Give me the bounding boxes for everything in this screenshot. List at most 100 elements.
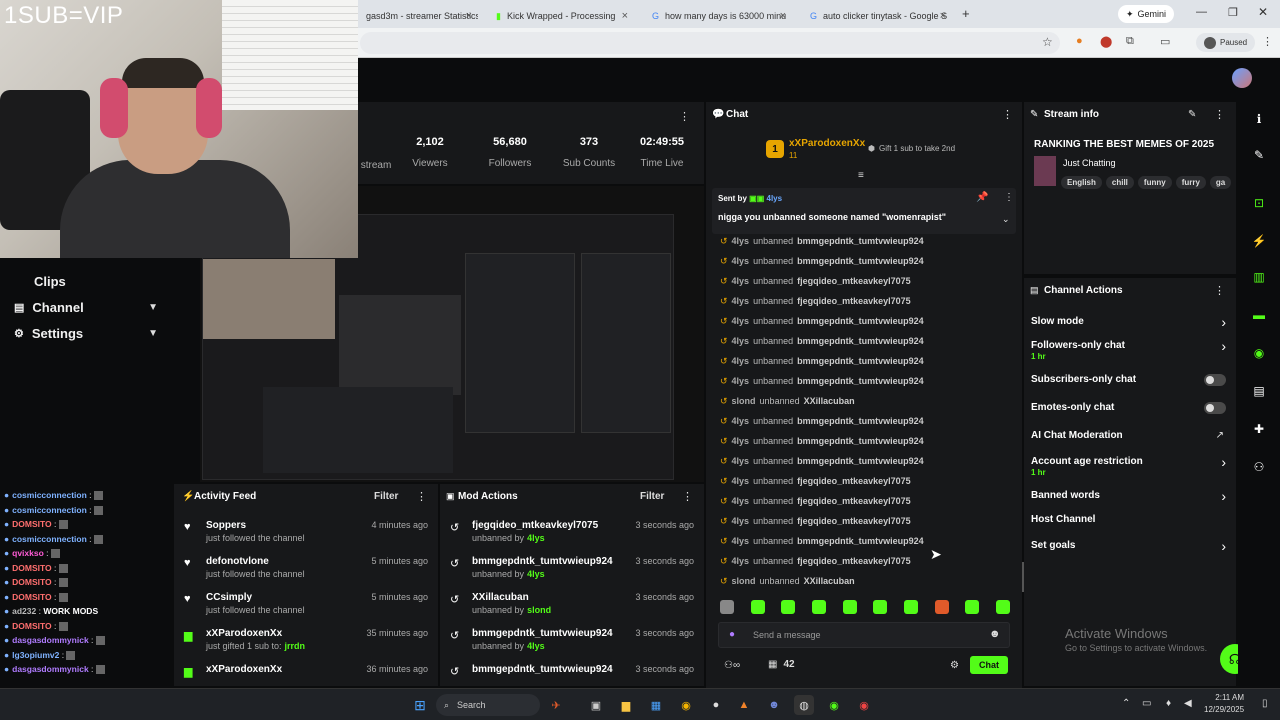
chat-moderator[interactable]: 4lys [732, 316, 750, 326]
feed-username[interactable]: CCsimply [206, 592, 252, 603]
gemini-button[interactable]: ✦ Gemini [1118, 5, 1175, 23]
screenshot-icon[interactable]: ▭ [1160, 35, 1170, 48]
channel-action-item[interactable]: Slow mode › [1024, 314, 1236, 338]
close-icon[interactable]: × [780, 10, 786, 22]
chat-moderator[interactable]: 4lys [732, 476, 750, 486]
microphone-icon[interactable]: ● [729, 629, 735, 640]
new-tab-button[interactable]: + [962, 6, 970, 21]
chat-moderator[interactable]: slond [732, 396, 756, 406]
sidebar-item-channel[interactable]: ▤ Channel [14, 300, 84, 315]
close-icon[interactable]: × [940, 10, 946, 22]
emote-icon[interactable] [995, 600, 1010, 614]
chat-target[interactable]: bmmgepdntk_tumtvwieup924 [797, 456, 924, 466]
chat-target[interactable]: bmmgepdntk_tumtvwieup924 [797, 416, 924, 426]
mod-action-by[interactable]: slond [527, 605, 551, 615]
close-window-icon[interactable]: ✕ [1258, 5, 1268, 19]
extension-icon[interactable]: ● [1076, 35, 1083, 47]
feed-item[interactable]: ▆ xXParodoxenXx 36 minutes ago [174, 664, 438, 686]
channel-action-item[interactable]: Subscribers-only chat [1024, 374, 1236, 396]
toggle-switch[interactable] [1204, 402, 1226, 414]
notification-icon[interactable]: ▯ [1262, 698, 1268, 709]
channel-action-item[interactable]: Banned words › [1024, 488, 1236, 512]
toggle-switch[interactable] [1204, 374, 1226, 386]
feed-item[interactable]: ♥ CCsimply just followed the channel 5 minu… [174, 592, 438, 628]
emote-icon[interactable] [903, 600, 918, 614]
emote-icon[interactable] [965, 600, 980, 614]
windows-start-icon[interactable]: ⊞ [410, 695, 430, 715]
task-view-icon[interactable]: ▣ [586, 695, 606, 715]
top-gifter-name[interactable]: xXParodoxenXx [789, 138, 865, 149]
folder-icon[interactable]: ▆ [616, 695, 636, 715]
chevron-right-icon[interactable]: › [1221, 538, 1226, 554]
sidebar-item-clips[interactable]: Clips [34, 274, 66, 289]
chat-moderator[interactable]: 4lys [732, 276, 750, 286]
extensions-puzzle-icon[interactable]: ⧉ [1126, 35, 1134, 48]
chat-moderator[interactable]: 4lys [732, 436, 750, 446]
more-options-icon[interactable]: ⋮ [1214, 108, 1225, 121]
feed-item[interactable]: ♥ defonotvlone just followed the channel 5 … [174, 556, 438, 592]
chevron-down-icon[interactable]: ⌄ [1002, 214, 1010, 225]
chevron-down-icon[interactable]: ▼ [148, 328, 158, 339]
chevron-down-icon[interactable]: ▼ [148, 302, 158, 313]
mod-action-item[interactable]: ↺ fjegqideo_mtkeavkeyl7075 unbanned by 4lys… [440, 520, 704, 556]
browser-tab[interactable]: Gauto clicker tinytask - Google S × [802, 4, 952, 28]
emote-icon[interactable] [750, 600, 765, 614]
close-icon[interactable]: × [622, 10, 628, 22]
obs-icon[interactable]: ◍ [794, 695, 814, 715]
mod-action-target[interactable]: XXillacuban [472, 592, 529, 603]
feed-username[interactable]: xXParodoxenXx [206, 628, 282, 639]
restore-icon[interactable]: ❐ [1228, 6, 1238, 19]
channel-action-item[interactable]: Emotes-only chat [1024, 402, 1236, 424]
speaker-icon[interactable]: ◀ [1184, 698, 1192, 709]
mod-action-target[interactable]: bmmgepdntk_tumtvwieup924 [472, 556, 613, 567]
filter-button[interactable]: Filter [640, 491, 664, 502]
chat-target[interactable]: bmmgepdntk_tumtvwieup924 [797, 536, 924, 546]
users-icon[interactable]: ⚇ [1248, 456, 1270, 478]
app-icon[interactable]: ✈ [546, 695, 566, 715]
emote-icon[interactable] [811, 600, 826, 614]
mod-action-item[interactable]: ↺ bmmgepdntk_tumtvwieup924 unbanned by 4lys… [440, 628, 704, 664]
mod-action-by[interactable]: 4lys [527, 533, 545, 543]
stream-tag[interactable]: furry [1175, 176, 1206, 189]
chat-target[interactable]: bmmgepdntk_tumtvwieup924 [797, 236, 924, 246]
collapse-icon[interactable]: ≡ [858, 170, 864, 181]
feed-item[interactable]: ♥ Soppers just followed the channel 4 minut… [174, 520, 438, 556]
browser-tab[interactable]: ▮ Kick Wrapped - Processing × [488, 4, 634, 28]
chat-bubble-icon[interactable]: ▬ [1248, 304, 1270, 326]
emote-icon[interactable] [873, 600, 888, 614]
chat-moderator[interactable]: 4lys [732, 416, 750, 426]
network-icon[interactable]: ▭ [1142, 698, 1151, 709]
github-icon[interactable]: ● [706, 695, 726, 715]
tray-chevron-icon[interactable]: ⌃ [1122, 698, 1130, 709]
mod-action-by[interactable]: 4lys [527, 569, 545, 579]
stream-tag[interactable]: chill [1105, 176, 1134, 189]
bolt-icon[interactable]: ⚡ [1248, 230, 1270, 252]
channel-action-item[interactable]: Followers-only chat 1 hr › [1024, 338, 1236, 362]
chevron-right-icon[interactable]: › [1221, 338, 1226, 354]
chat-target[interactable]: bmmgepdntk_tumtvwieup924 [797, 376, 924, 386]
feed-target[interactable]: jrrdn [285, 641, 306, 651]
more-options-icon[interactable]: ⋮ [1214, 284, 1225, 297]
gear-icon[interactable]: ⚙ [950, 660, 959, 671]
emote-icon[interactable] [720, 600, 734, 614]
chat-moderator[interactable]: 4lys [732, 376, 750, 386]
bookmark-star-icon[interactable]: ☆ [1042, 35, 1053, 49]
close-icon[interactable]: × [466, 10, 472, 22]
external-link-icon[interactable]: ↗ [1216, 430, 1224, 441]
chat-target[interactable]: fjegqideo_mtkeavkeyl7075 [797, 296, 911, 306]
chevron-right-icon[interactable]: › [1221, 314, 1226, 330]
more-options-icon[interactable]: ⋮ [1004, 192, 1014, 203]
chat-target[interactable]: fjegqideo_mtkeavkeyl7075 [797, 496, 911, 506]
stream-tag[interactable]: ga [1209, 176, 1232, 189]
chat-target[interactable]: bmmgepdntk_tumtvwieup924 [797, 356, 924, 366]
menu-kebab-icon[interactable]: ⋮ [1262, 35, 1273, 48]
channel-action-item[interactable]: Host Channel [1024, 514, 1236, 536]
chat-moderator[interactable]: slond [732, 576, 756, 586]
chat-target[interactable]: bmmgepdntk_tumtvwieup924 [797, 316, 924, 326]
scan-icon[interactable]: ⊡ [1248, 192, 1270, 214]
emote-icon[interactable] [842, 600, 857, 614]
mod-action-item[interactable]: ↺ bmmgepdntk_tumtvwieup924 unbanned by 4lys… [440, 556, 704, 592]
mod-action-target[interactable]: bmmgepdntk_tumtvwieup924 [472, 664, 613, 675]
more-options-icon[interactable]: ⋮ [1002, 108, 1013, 121]
minimize-icon[interactable]: — [1196, 6, 1207, 18]
